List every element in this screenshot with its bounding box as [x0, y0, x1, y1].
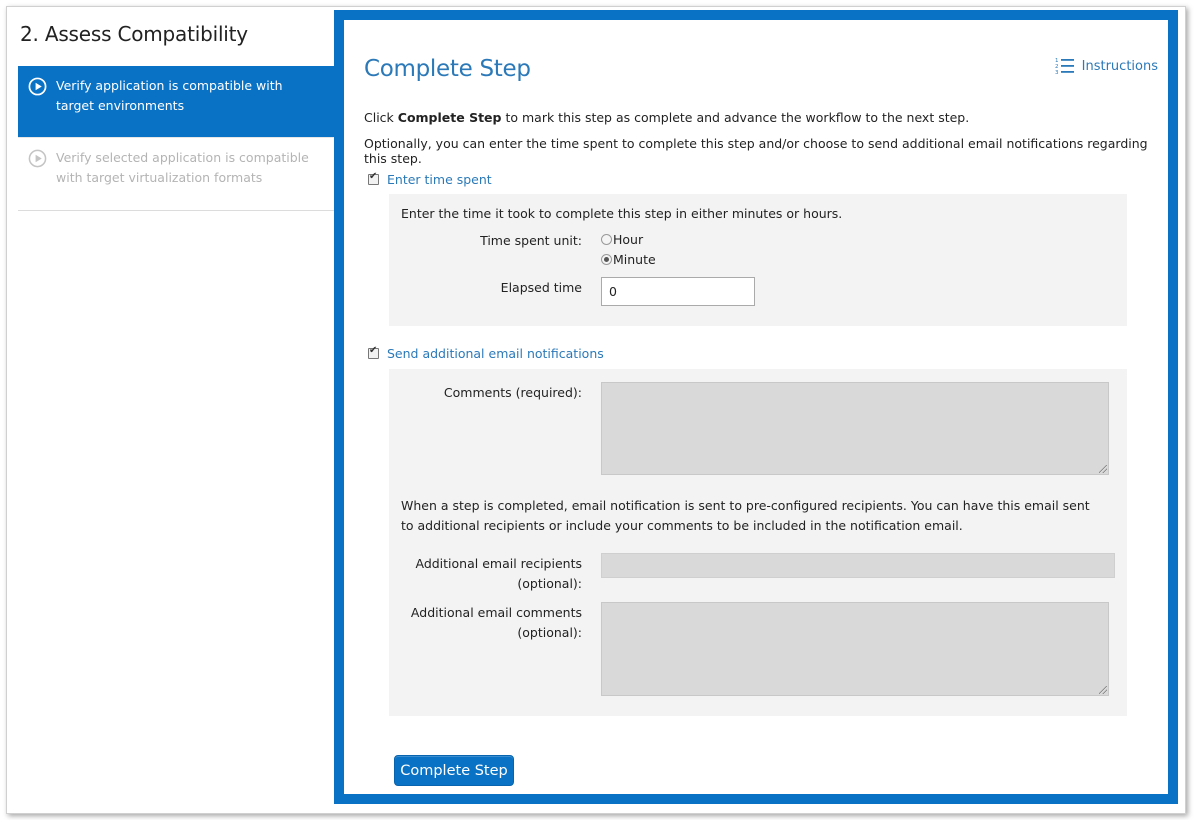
email-info-line-2: to additional recipients or include your… — [401, 518, 963, 533]
time-hint: Enter the time it took to complete this … — [401, 206, 843, 221]
minute-radio[interactable] — [601, 254, 612, 265]
email-section: Comments (required): When a step is comp… — [389, 369, 1127, 716]
recipients-input[interactable] — [601, 553, 1115, 578]
play-circle-icon — [28, 77, 47, 96]
elapsed-time-label: Elapsed time — [500, 280, 582, 295]
resize-grip-icon[interactable] — [1099, 686, 1107, 694]
extra-comments-textarea[interactable] — [601, 602, 1109, 696]
time-spent-section: Enter the time it took to complete this … — [389, 194, 1127, 326]
send-email-label: Send additional email notifications — [387, 346, 604, 361]
extra-comments-label: Additional email comments (optional): — [410, 605, 582, 640]
enter-time-spent-checkbox[interactable] — [368, 171, 379, 185]
enter-time-spent-label: Enter time spent — [387, 172, 492, 187]
complete-step-button[interactable]: Complete Step — [394, 755, 514, 786]
unit-option-minute[interactable]: Minute — [601, 252, 656, 267]
sidebar-step-verify-target-environments[interactable]: Verify application is compatible with ta… — [18, 66, 334, 137]
send-email-toggle[interactable]: Send additional email notifications — [368, 345, 604, 361]
complete-step-panel: Complete Step 1 2 3 Instructions Click C… — [334, 10, 1178, 804]
play-circle-icon — [28, 149, 47, 168]
workflow-sidebar: 2. Assess Compatibility Verify applicati… — [18, 22, 334, 211]
stage-title: 2. Assess Compatibility — [20, 22, 248, 46]
send-email-checkbox[interactable] — [368, 345, 379, 359]
complete-step-emphasis: Complete Step — [397, 110, 502, 125]
numbered-list-icon: 1 2 3 — [1055, 58, 1074, 76]
time-unit-label: Time spent unit: — [480, 233, 582, 248]
sidebar-step-label: Verify selected application is compatibl… — [56, 150, 309, 185]
elapsed-time-input[interactable]: 0 — [601, 277, 755, 306]
description-line-2: Optionally, you can enter the time spent… — [364, 136, 1148, 166]
comments-textarea[interactable] — [601, 382, 1109, 475]
svg-text:3: 3 — [1055, 70, 1059, 76]
hour-label: Hour — [613, 232, 644, 247]
minute-label: Minute — [613, 252, 656, 267]
instructions-link[interactable]: 1 2 3 Instructions — [1055, 56, 1158, 76]
hour-radio[interactable] — [601, 234, 612, 245]
unit-option-hour[interactable]: Hour — [601, 232, 643, 247]
recipients-label: Additional email recipients (optional): — [415, 556, 582, 591]
description-line-1: Click Complete Step to mark this step as… — [364, 110, 970, 125]
comments-label: Comments (required): — [443, 385, 582, 400]
email-info-line-1: When a step is completed, email notifica… — [401, 498, 1090, 513]
sidebar-step-label: Verify application is compatible with ta… — [56, 78, 283, 113]
enter-time-spent-toggle[interactable]: Enter time spent — [368, 171, 492, 187]
instructions-label: Instructions — [1081, 58, 1158, 74]
sidebar-step-verify-virtualization-formats[interactable]: Verify selected application is compatibl… — [18, 137, 334, 211]
resize-grip-icon[interactable] — [1099, 465, 1107, 473]
panel-title: Complete Step — [364, 56, 531, 82]
